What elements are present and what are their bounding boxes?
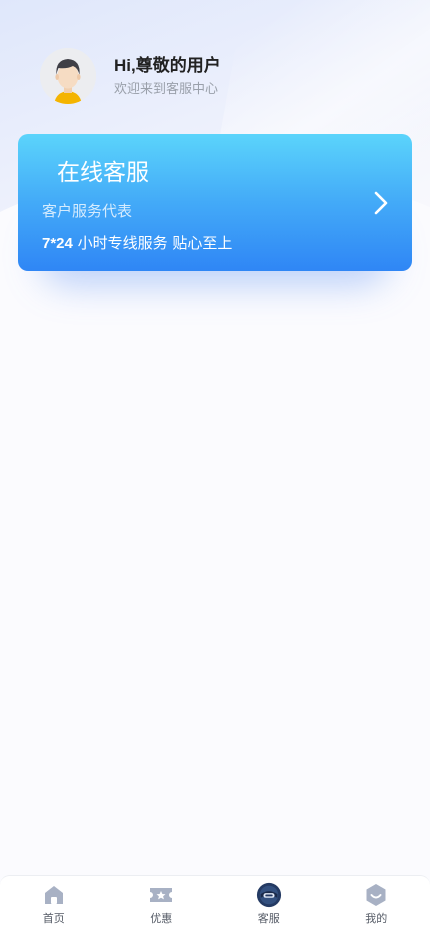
coupon-icon [148,882,174,908]
profile-icon [363,882,389,908]
online-service-card[interactable]: 在线客服 客户服务代表 7*24 小时专线服务 贴心至上 [18,134,412,271]
tab-customer-service-label: 客服 [257,912,280,925]
card-slogan-hours: 7*24 [42,235,73,252]
card-title: 在线客服 [57,160,149,186]
tab-coupon-label: 优惠 [150,912,173,925]
card-slogan-text: 小时专线服务 贴心至上 [72,234,233,252]
tab-home[interactable]: 首页 [0,876,108,932]
user-avatar-icon[interactable] [40,48,96,104]
card-slogan: 7*24 小时专线服务 贴心至上 [42,233,232,254]
user-header: Hi,尊敬的用户 欢迎来到客服中心 [40,46,400,106]
tab-home-label: 首页 [42,912,65,925]
bottom-tab-bar: 首页 优惠 客服 我的 [0,875,430,932]
tab-coupon[interactable]: 优惠 [108,876,216,932]
tab-profile[interactable]: 我的 [323,876,430,932]
greeting-title: Hi,尊敬的用户 [114,55,221,75]
home-icon [41,882,67,908]
customer-service-icon [256,882,282,908]
greeting-subtitle: 欢迎来到客服中心 [114,81,219,97]
tab-profile-label: 我的 [365,912,388,925]
card-subtitle: 客户服务代表 [42,202,133,220]
tab-customer-service[interactable]: 客服 [215,876,323,932]
chevron-right-icon[interactable] [372,190,390,216]
